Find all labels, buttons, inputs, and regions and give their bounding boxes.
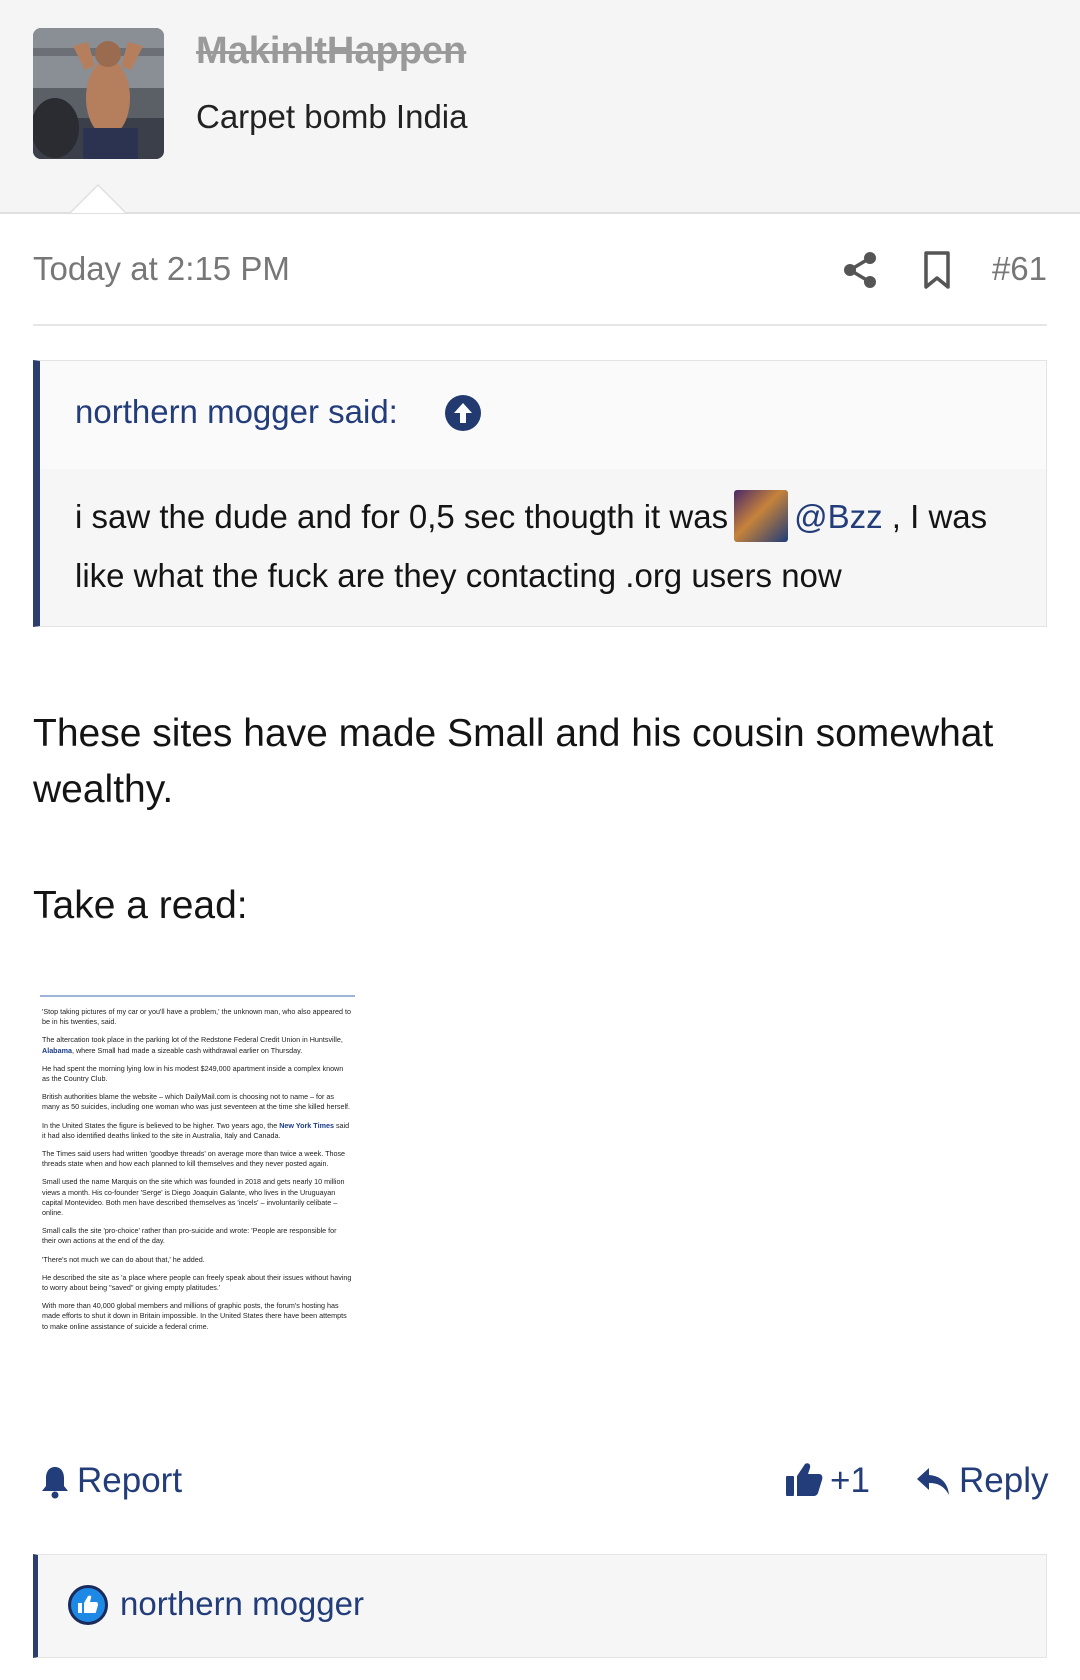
reaction-user-link[interactable]: northern mogger	[120, 1585, 364, 1623]
username[interactable]: MakinItHappen	[196, 30, 466, 73]
user-title: Carpet bomb India	[196, 98, 468, 135]
meta-divider	[33, 324, 1047, 326]
reactions-bar: northern mogger	[33, 1554, 1047, 1658]
article-paragraph: The altercation took place in the parkin…	[42, 1035, 352, 1055]
post-meta: Today at 2:15 PM #61	[33, 246, 1047, 296]
quote-text-start: i saw the dude and for 0,5 sec thougth i…	[75, 498, 729, 535]
article-paragraph: Small used the name Marquis on the site …	[42, 1177, 345, 1218]
article-screenshot[interactable]: 'Stop taking pictures of my car or you'l…	[40, 995, 355, 1397]
article-paragraph: He described the site as 'a place where …	[42, 1272, 352, 1293]
post-paragraph: Take a read:	[33, 884, 248, 927]
share-icon[interactable]	[840, 250, 880, 290]
message-pointer	[69, 184, 127, 213]
user-header: MakinItHappen Carpet bomb India	[0, 0, 1080, 214]
quote-block: northern mogger said: i saw the dude and…	[33, 360, 1047, 627]
reply-button[interactable]: Reply	[959, 1461, 1048, 1501]
article-link: Alabama	[42, 1045, 72, 1055]
bell-icon[interactable]	[41, 1465, 69, 1499]
article-paragraph: 'Stop taking pictures of my car or you'l…	[42, 1007, 351, 1027]
article-paragraph: With more than 40,000 global members and…	[42, 1301, 347, 1331]
bookmark-icon[interactable]	[917, 250, 957, 290]
quote-header: northern mogger said:	[40, 361, 1046, 469]
article-paragraph: Small calls the site 'pro-choice' rather…	[42, 1226, 337, 1246]
user-avatar[interactable]	[33, 28, 164, 159]
post-timestamp[interactable]: Today at 2:15 PM	[33, 250, 290, 288]
reply-icon[interactable]	[916, 1467, 950, 1497]
arrow-up-circle-icon[interactable]	[445, 395, 481, 431]
article-paragraph: The Times said users had written 'goodby…	[42, 1149, 346, 1169]
article-link: New York Times	[279, 1120, 334, 1130]
article-paragraph: British authorities blame the website – …	[42, 1092, 351, 1112]
article-text: The altercation took place in the parkin…	[42, 1035, 343, 1045]
article-paragraph: In the United States the figure is belie…	[42, 1121, 352, 1141]
report-button[interactable]: Report	[77, 1461, 182, 1501]
post-number-link[interactable]: #61	[992, 250, 1047, 288]
like-reaction-icon	[68, 1585, 108, 1625]
user-mention[interactable]: @Bzz	[794, 498, 883, 535]
article-paragraph: 'There's not much we can do about that,'…	[42, 1254, 205, 1264]
like-count[interactable]: +1	[830, 1461, 870, 1501]
article-text: In the United States the figure is belie…	[42, 1120, 278, 1130]
mention-avatar	[734, 490, 789, 543]
thumbs-up-icon[interactable]	[785, 1461, 823, 1497]
article-paragraph: He had spent the morning lying low in hi…	[42, 1063, 344, 1084]
post-actions: Report +1 Reply	[33, 1455, 1048, 1515]
quote-body: i saw the dude and for 0,5 sec thougth i…	[75, 489, 1025, 603]
quote-author[interactable]: northern mogger said:	[75, 393, 398, 431]
article-text: , where Small had made a sizeable cash w…	[71, 1045, 303, 1055]
post-paragraph: These sites have made Small and his cous…	[33, 712, 994, 811]
